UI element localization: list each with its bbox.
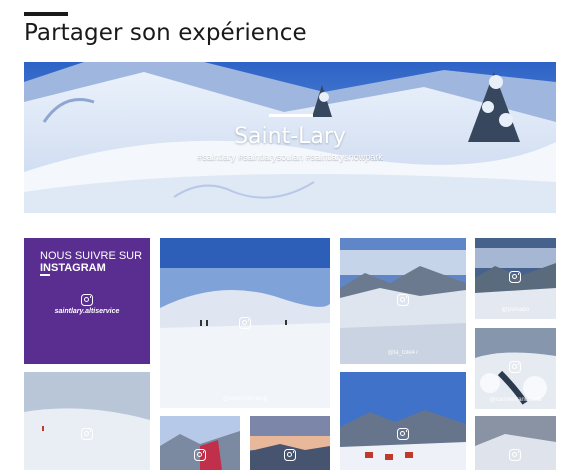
instagram-post-tile[interactable]: @lauremarvaing (160, 238, 330, 408)
follow-accent-bar (40, 274, 50, 276)
post-handle: @psmabo (501, 307, 530, 313)
hero-hashtags: #saintlary #saintlarysoulan #saintlarysn… (197, 152, 383, 162)
instagram-post-tile[interactable] (250, 416, 330, 470)
post-handle: @lauremarvaing (222, 396, 268, 402)
post-photo (475, 416, 556, 470)
instagram-icon (509, 271, 521, 283)
follow-line2: INSTAGRAM (40, 262, 106, 274)
instagram-post-tile[interactable] (475, 416, 556, 470)
instagram-account[interactable]: saintlary.altiservice (24, 308, 150, 315)
instagram-icon (81, 294, 93, 306)
instagram-post-tile[interactable]: @camillefrancouna (475, 328, 556, 409)
instagram-post-tile[interactable]: @psmabo (475, 238, 556, 319)
post-handle: @la_tole47 (387, 350, 419, 356)
instagram-post-tile[interactable] (24, 372, 150, 470)
instagram-icon (81, 428, 93, 440)
post-photo (340, 372, 466, 470)
instagram-icon (397, 428, 409, 440)
instagram-icon (509, 361, 521, 373)
instagram-icon (509, 449, 521, 461)
instagram-icon (239, 317, 251, 329)
instagram-icon (284, 449, 296, 461)
hero-banner[interactable]: Saint-Lary #saintlary #saintlarysoulan #… (24, 62, 556, 213)
post-handle: @camillefrancouna (489, 397, 542, 403)
instagram-follow-tile[interactable]: NOUS SUIVRE SUR INSTAGRAM saintlary.alti… (24, 238, 150, 364)
hero-accent-bar (269, 114, 313, 117)
post-photo (24, 372, 150, 470)
instagram-icon (397, 294, 409, 306)
hero-title: Saint-Lary (234, 124, 346, 149)
instagram-post-tile[interactable] (160, 416, 240, 470)
instagram-post-tile[interactable] (340, 372, 466, 470)
page-title: Partager son expérience (24, 20, 307, 46)
follow-line1: NOUS SUIVRE SUR (40, 250, 143, 262)
instagram-post-tile[interactable]: @la_tole47 (340, 238, 466, 364)
follow-heading: NOUS SUIVRE SUR INSTAGRAM (40, 250, 142, 274)
post-photo (160, 416, 240, 470)
title-accent-bar (24, 12, 68, 16)
post-photo (250, 416, 330, 470)
instagram-icon (194, 449, 206, 461)
